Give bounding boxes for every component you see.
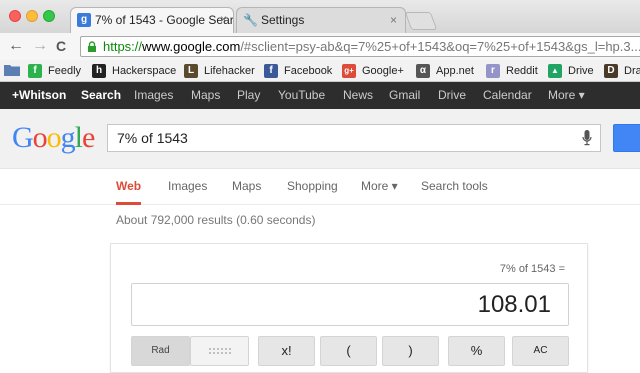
bookmark-label: Google+	[362, 65, 404, 77]
result-stats: About 792,000 results (0.60 seconds)	[116, 213, 316, 227]
bookmark-dra[interactable]: D Dra	[604, 63, 640, 79]
calc-clear-button[interactable]: AC	[512, 336, 569, 366]
calc-rad-button[interactable]: Rad	[131, 336, 190, 366]
close-window-button[interactable]	[9, 10, 21, 22]
url-scheme: https://	[103, 39, 143, 54]
tab-web[interactable]: Web	[116, 170, 142, 205]
gbar-more[interactable]: More ▾	[548, 82, 585, 109]
bookmark-label: Reddit	[506, 65, 538, 77]
gbar-maps[interactable]: Maps	[191, 82, 220, 109]
browser-toolbar: ← → C https://www.google.com/#sclient=ps…	[0, 33, 640, 60]
bookmark-folder-icon[interactable]	[4, 63, 20, 76]
tab-label: Settings	[261, 13, 305, 27]
bookmarks-bar: f Feedly h Hackerspace L Lifehacker f Fa…	[0, 60, 640, 82]
calculator-widget: 7% of 1543 = 108.01 Rad x! ( ) % AC	[110, 243, 588, 373]
tab-shopping[interactable]: Shopping	[287, 170, 338, 205]
bookmark-label: Facebook	[284, 65, 333, 77]
bookmark-lifehacker[interactable]: L Lifehacker	[184, 63, 255, 79]
tab-label: 7% of 1543 - Google Search	[95, 13, 234, 27]
bookmark-drive[interactable]: ▲ Drive	[548, 63, 594, 79]
url-path: /#sclient=psy-ab&q=7%25+of+1543&oq=7%25+…	[240, 39, 640, 54]
tab-maps[interactable]: Maps	[232, 170, 261, 205]
search-query: 7% of 1543	[117, 130, 188, 146]
bookmark-label: Hackerspace	[112, 65, 177, 77]
dots-icon	[207, 347, 232, 355]
search-button[interactable]	[613, 124, 640, 152]
reddit-icon: r	[486, 64, 500, 78]
app-net-icon: α	[416, 64, 430, 78]
feedly-icon: f	[28, 64, 42, 78]
zoom-window-button[interactable]	[43, 10, 55, 22]
hackerspace-icon: h	[92, 64, 106, 78]
reload-button[interactable]: C	[56, 36, 66, 56]
tab-images[interactable]: Images	[168, 170, 207, 205]
dra-icon: D	[604, 64, 618, 78]
drive-icon: ▲	[548, 64, 562, 78]
facebook-icon: f	[264, 64, 278, 78]
calculator-expression: 7% of 1543 =	[499, 263, 565, 275]
calc-open-paren-button[interactable]: (	[320, 336, 377, 366]
tab-settings[interactable]: 🔧 Settings ×	[236, 7, 406, 33]
tab-google-search[interactable]: g 7% of 1543 - Google Search	[70, 7, 234, 33]
calc-close-paren-button[interactable]: )	[382, 336, 439, 366]
google-favicon-icon: g	[77, 13, 91, 27]
calc-percent-button[interactable]: %	[448, 336, 505, 366]
tab-close-icon[interactable]: ×	[390, 8, 397, 32]
bookmark-app-net[interactable]: α App.net	[416, 63, 474, 79]
search-header: Google 7% of 1543	[0, 109, 640, 169]
calc-factorial-button[interactable]: x!	[258, 336, 315, 366]
google-bar: +Whitson Search Images Maps Play YouTube…	[0, 82, 640, 109]
minimize-window-button[interactable]	[26, 10, 38, 22]
bookmark-hackerspace[interactable]: h Hackerspace	[92, 63, 176, 79]
gbar-youtube[interactable]: YouTube	[278, 82, 325, 109]
gbar-images[interactable]: Images	[134, 82, 173, 109]
bookmark-reddit[interactable]: r Reddit	[486, 63, 538, 79]
forward-button[interactable]: →	[32, 36, 48, 56]
new-tab-button[interactable]	[404, 12, 438, 30]
bookmark-label: App.net	[436, 65, 474, 77]
back-button[interactable]: ←	[8, 36, 24, 56]
bookmark-label: Lifehacker	[204, 65, 255, 77]
bookmark-google-plus[interactable]: g+ Google+	[342, 63, 404, 79]
tab-more[interactable]: More ▾	[361, 170, 398, 205]
url-host: www.google.com	[142, 39, 241, 54]
calc-deg-button[interactable]	[190, 336, 249, 366]
gbar-news[interactable]: News	[343, 82, 373, 109]
gbar-search[interactable]: Search	[81, 82, 121, 109]
google-plus-icon: g+	[342, 64, 356, 78]
gbar-calendar[interactable]: Calendar	[483, 82, 532, 109]
browser-titlebar: g 7% of 1543 - Google Search 🔧 Settings …	[0, 0, 640, 33]
calculator-display: 108.01	[131, 283, 569, 326]
search-input[interactable]: 7% of 1543	[107, 124, 601, 152]
tab-close-icon[interactable]: ×	[220, 7, 227, 31]
bookmark-feedly[interactable]: f Feedly	[28, 63, 81, 79]
gbar-profile-link[interactable]: +Whitson	[12, 82, 66, 109]
search-tabs: Web Images Maps Shopping More ▾ Search t…	[0, 170, 640, 205]
gbar-play[interactable]: Play	[237, 82, 260, 109]
microphone-icon[interactable]	[582, 130, 592, 146]
address-bar[interactable]: https://www.google.com/#sclient=psy-ab&q…	[80, 36, 640, 57]
tab-search-tools[interactable]: Search tools	[421, 170, 488, 205]
gbar-drive[interactable]: Drive	[438, 82, 466, 109]
bookmark-label: Drive	[568, 65, 594, 77]
bookmark-label: Feedly	[48, 65, 82, 77]
bookmark-facebook[interactable]: f Facebook	[264, 63, 332, 79]
bookmark-label: Dra	[624, 65, 640, 77]
lifehacker-icon: L	[184, 64, 198, 78]
google-logo[interactable]: Google	[12, 121, 95, 155]
wrench-icon: 🔧	[243, 13, 258, 27]
gbar-gmail[interactable]: Gmail	[389, 82, 420, 109]
lock-icon	[88, 41, 96, 52]
